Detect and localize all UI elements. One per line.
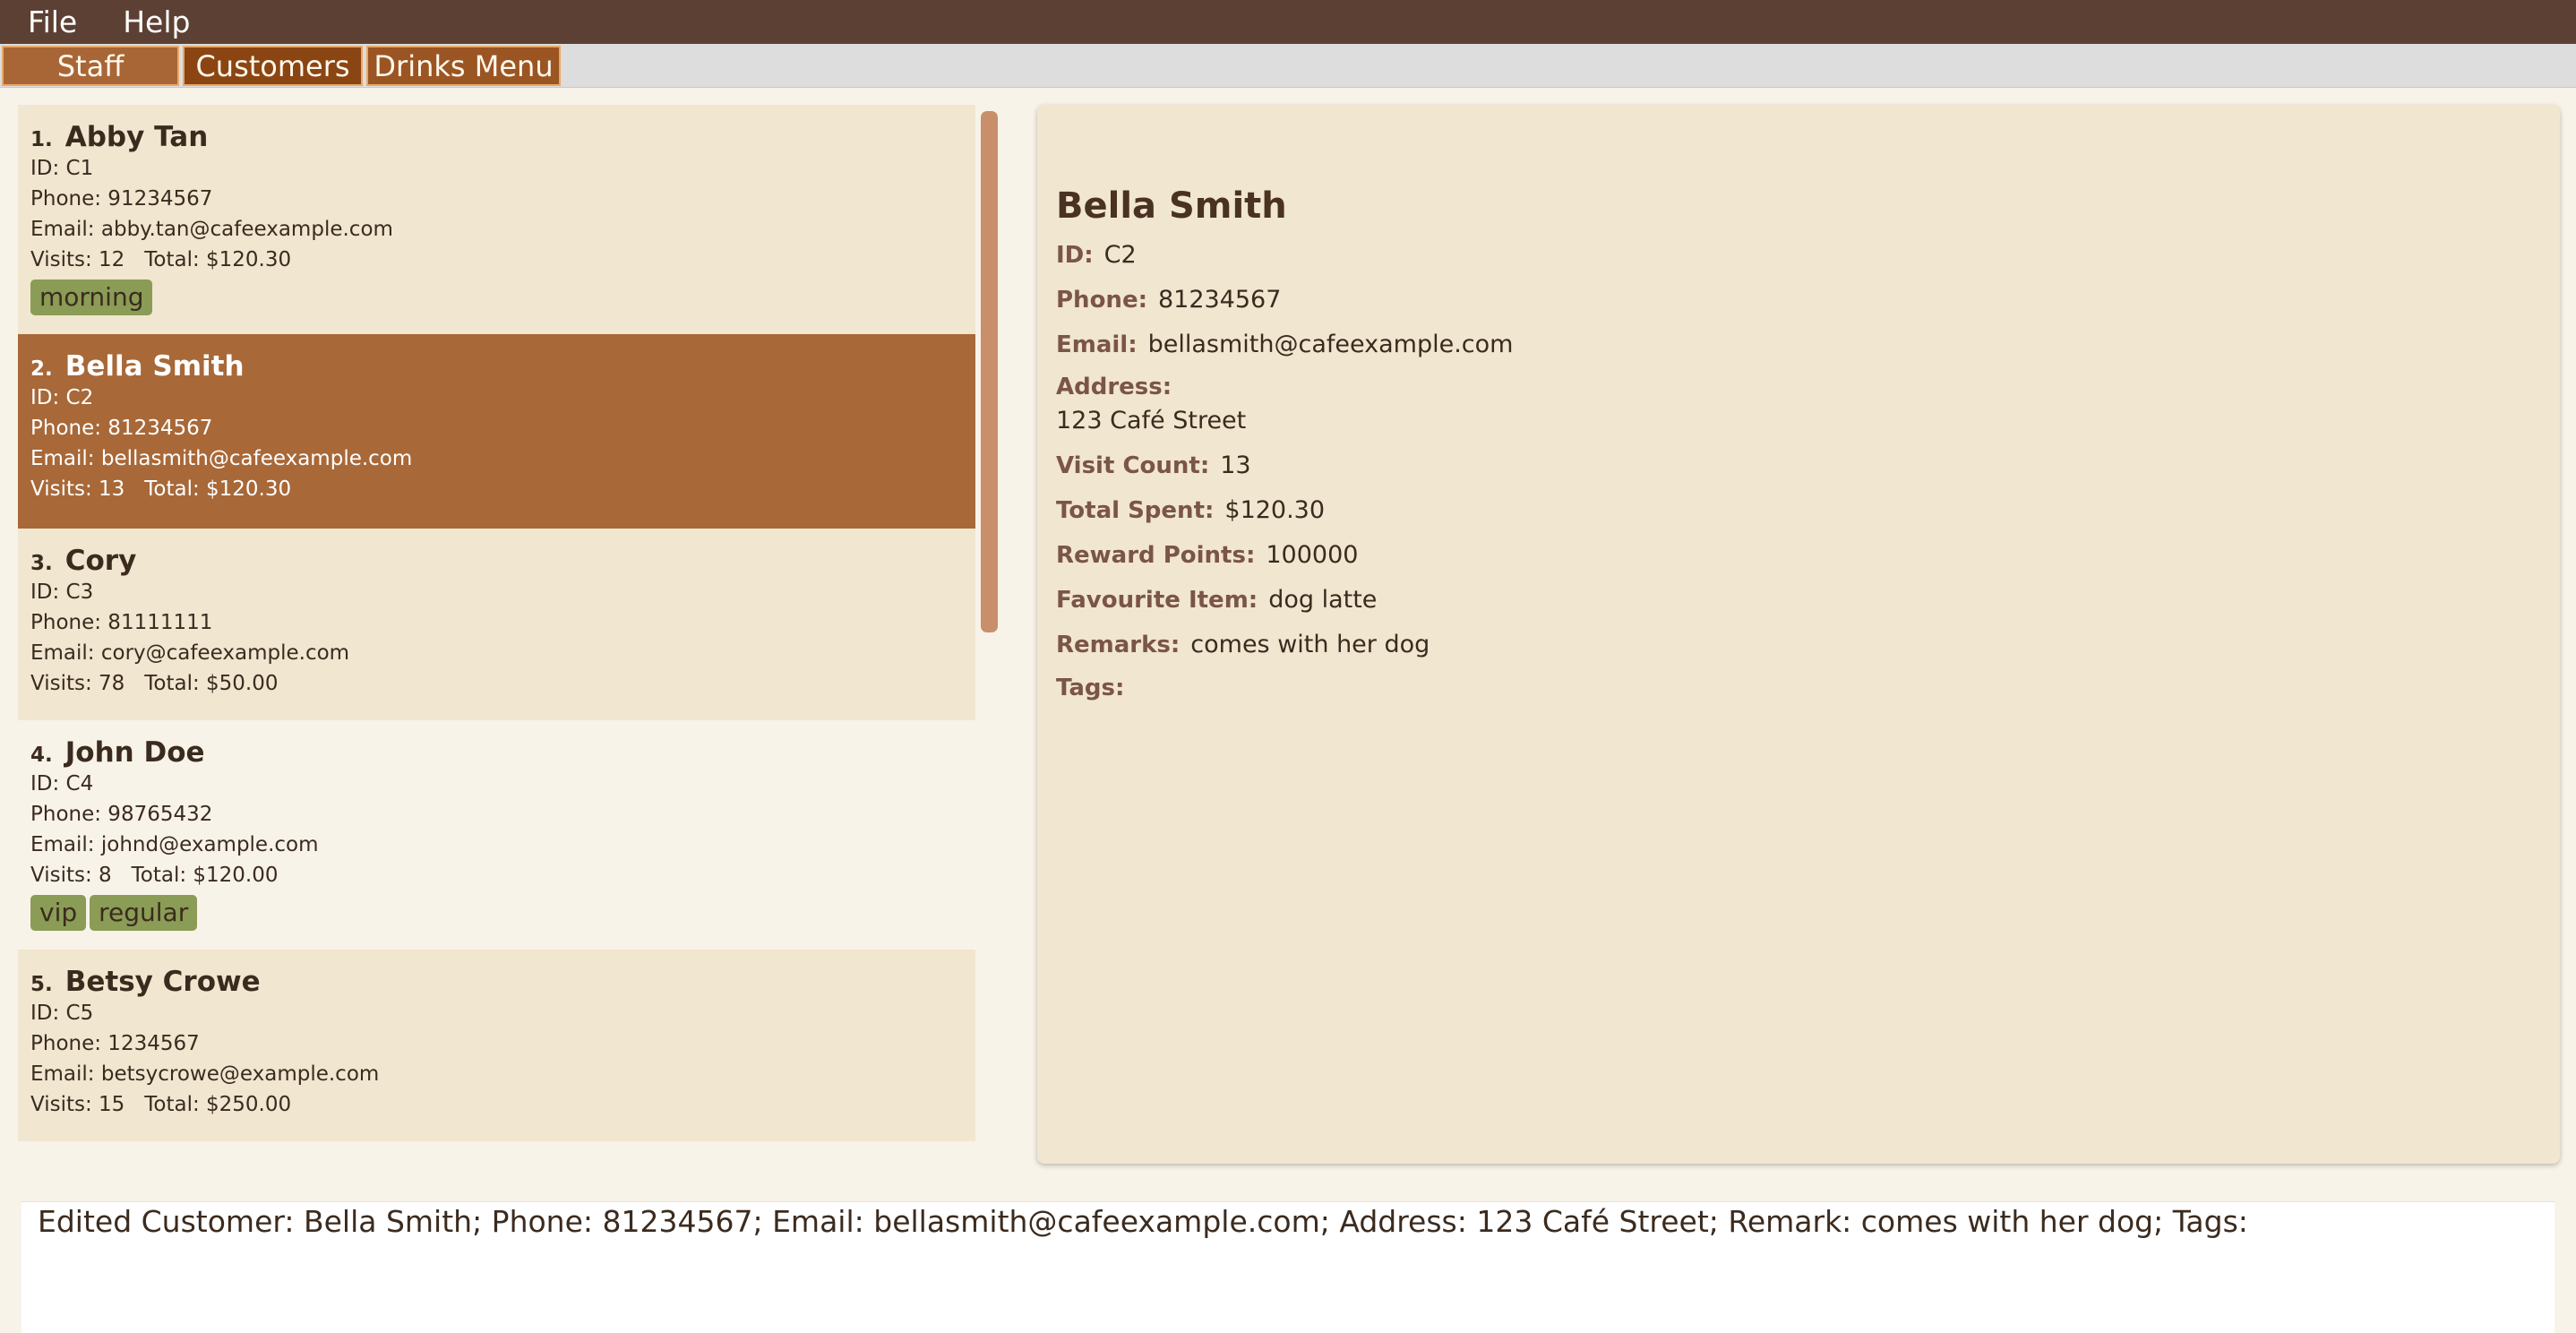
detail-address-label-row: Address: bbox=[1056, 374, 1182, 400]
detail-total-spent-label: Total Spent: bbox=[1056, 497, 1215, 524]
customer-phone: Phone: 81234567 bbox=[30, 417, 213, 440]
customer-card[interactable]: 3. Cory ID: C3 Phone: 81111111 Email: co… bbox=[18, 529, 975, 720]
tab-staff[interactable]: Staff bbox=[2, 46, 179, 86]
detail-total-spent-value: $120.30 bbox=[1224, 496, 1326, 524]
detail-address-label: Address: bbox=[1056, 374, 1172, 400]
card-header: 3. Cory bbox=[30, 545, 136, 577]
customer-email: Email: abby.tan@cafeexample.com bbox=[30, 218, 393, 241]
customer-name: Cory bbox=[64, 545, 137, 577]
detail-email-row: Email: bellasmith@cafeexample.com bbox=[1056, 331, 1513, 358]
customer-phone: Phone: 91234567 bbox=[30, 187, 213, 211]
detail-id-value: C2 bbox=[1103, 241, 1137, 269]
detail-phone-row: Phone: 81234567 bbox=[1056, 286, 1281, 314]
detail-email-label: Email: bbox=[1056, 331, 1138, 358]
detail-reward-points-label: Reward Points: bbox=[1056, 542, 1256, 569]
customer-email: Email: cory@cafeexample.com bbox=[30, 641, 350, 665]
customer-stats: Visits: 8 Total: $120.00 bbox=[30, 864, 279, 887]
customer-email: Email: betsycrowe@example.com bbox=[30, 1062, 380, 1086]
customer-id: ID: C5 bbox=[30, 1002, 94, 1025]
detail-address-value-row: 123 Café Street bbox=[1056, 407, 1246, 434]
customer-id: ID: C1 bbox=[30, 157, 94, 180]
card-header: 2. Bella Smith bbox=[30, 350, 245, 383]
detail-email-value: bellasmith@cafeexample.com bbox=[1147, 331, 1514, 358]
tag-badge: morning bbox=[30, 280, 153, 315]
detail-address-value: 123 Café Street bbox=[1056, 407, 1247, 434]
card-header: 1. Abby Tan bbox=[30, 121, 208, 153]
customer-email: Email: johnd@example.com bbox=[30, 833, 319, 856]
customer-stats: Visits: 78 Total: $50.00 bbox=[30, 672, 279, 695]
customer-phone: Phone: 1234567 bbox=[30, 1032, 200, 1055]
customer-card[interactable]: 4. John Doe ID: C4 Phone: 98765432 Email… bbox=[18, 720, 975, 950]
detail-reward-points-value: 100000 bbox=[1266, 541, 1359, 569]
customer-stats: Visits: 13 Total: $120.30 bbox=[30, 477, 292, 501]
result-display: Edited Customer: Bella Smith; Phone: 812… bbox=[21, 1201, 2555, 1333]
customer-name: Bella Smith bbox=[64, 350, 245, 383]
tag-badge: vip bbox=[30, 895, 87, 931]
customer-email: Email: bellasmith@cafeexample.com bbox=[30, 447, 413, 470]
detail-tags-label: Tags: bbox=[1056, 675, 1125, 701]
customer-id: ID: C3 bbox=[30, 580, 94, 604]
customer-detail-panel: Bella Smith ID: C2 Phone: 81234567 Email… bbox=[1037, 105, 2560, 1164]
card-header: 4. John Doe bbox=[30, 736, 205, 769]
menu-bar: File Help bbox=[0, 0, 2576, 44]
list-scrollbar-thumb[interactable] bbox=[981, 111, 998, 632]
customer-card[interactable]: 1. Abby Tan ID: C1 Phone: 91234567 Email… bbox=[18, 105, 975, 334]
tag-list: morning bbox=[30, 280, 153, 315]
tab-drinks-menu[interactable]: Drinks Menu bbox=[366, 46, 561, 86]
detail-id-label: ID: bbox=[1056, 242, 1094, 269]
customer-card-selected[interactable]: 2. Bella Smith ID: C2 Phone: 81234567 Em… bbox=[18, 334, 975, 529]
detail-favourite-item-row: Favourite Item: dog latte bbox=[1056, 586, 1377, 614]
card-index: 5. bbox=[30, 973, 53, 996]
detail-name: Bella Smith bbox=[1056, 185, 1287, 227]
detail-id-row: ID: C2 bbox=[1056, 241, 1137, 269]
customer-phone: Phone: 98765432 bbox=[30, 803, 213, 826]
customer-name: Abby Tan bbox=[64, 121, 209, 153]
detail-remarks-row: Remarks: comes with her dog bbox=[1056, 631, 1430, 658]
customer-list: 1. Abby Tan ID: C1 Phone: 91234567 Email… bbox=[18, 105, 975, 1142]
customer-id: ID: C4 bbox=[30, 772, 94, 796]
customer-name: John Doe bbox=[64, 736, 205, 769]
detail-visit-count-value: 13 bbox=[1220, 452, 1251, 479]
tab-bar: Staff Customers Drinks Menu bbox=[0, 44, 2576, 88]
detail-total-spent-row: Total Spent: $120.30 bbox=[1056, 496, 1325, 524]
tag-list: vip regular bbox=[30, 895, 198, 931]
detail-remarks-label: Remarks: bbox=[1056, 632, 1181, 658]
detail-visit-count-label: Visit Count: bbox=[1056, 452, 1210, 479]
menu-file[interactable]: File bbox=[0, 4, 77, 39]
menu-help[interactable]: Help bbox=[95, 4, 190, 39]
customer-stats: Visits: 12 Total: $120.30 bbox=[30, 248, 292, 271]
detail-favourite-item-label: Favourite Item: bbox=[1056, 587, 1258, 614]
card-index: 3. bbox=[30, 552, 53, 575]
tag-badge: regular bbox=[90, 895, 198, 931]
detail-remarks-value: comes with her dog bbox=[1190, 631, 1430, 658]
customer-id: ID: C2 bbox=[30, 386, 94, 409]
customer-card[interactable]: 5. Betsy Crowe ID: C5 Phone: 1234567 Ema… bbox=[18, 950, 975, 1141]
detail-phone-value: 81234567 bbox=[1157, 286, 1282, 314]
card-index: 4. bbox=[30, 744, 53, 767]
result-message: Edited Customer: Bella Smith; Phone: 812… bbox=[38, 1204, 2248, 1239]
card-index: 2. bbox=[30, 357, 53, 381]
card-header: 5. Betsy Crowe bbox=[30, 966, 261, 998]
detail-phone-label: Phone: bbox=[1056, 287, 1147, 314]
tab-customers[interactable]: Customers bbox=[183, 46, 363, 86]
detail-reward-points-row: Reward Points: 100000 bbox=[1056, 541, 1358, 569]
customer-stats: Visits: 15 Total: $250.00 bbox=[30, 1093, 292, 1116]
detail-tags-row: Tags: bbox=[1056, 675, 1135, 701]
detail-favourite-item-value: dog latte bbox=[1268, 586, 1378, 614]
card-index: 1. bbox=[30, 128, 53, 151]
customer-name: Betsy Crowe bbox=[64, 966, 261, 998]
customer-phone: Phone: 81111111 bbox=[30, 611, 213, 634]
detail-visit-count-row: Visit Count: 13 bbox=[1056, 452, 1251, 479]
